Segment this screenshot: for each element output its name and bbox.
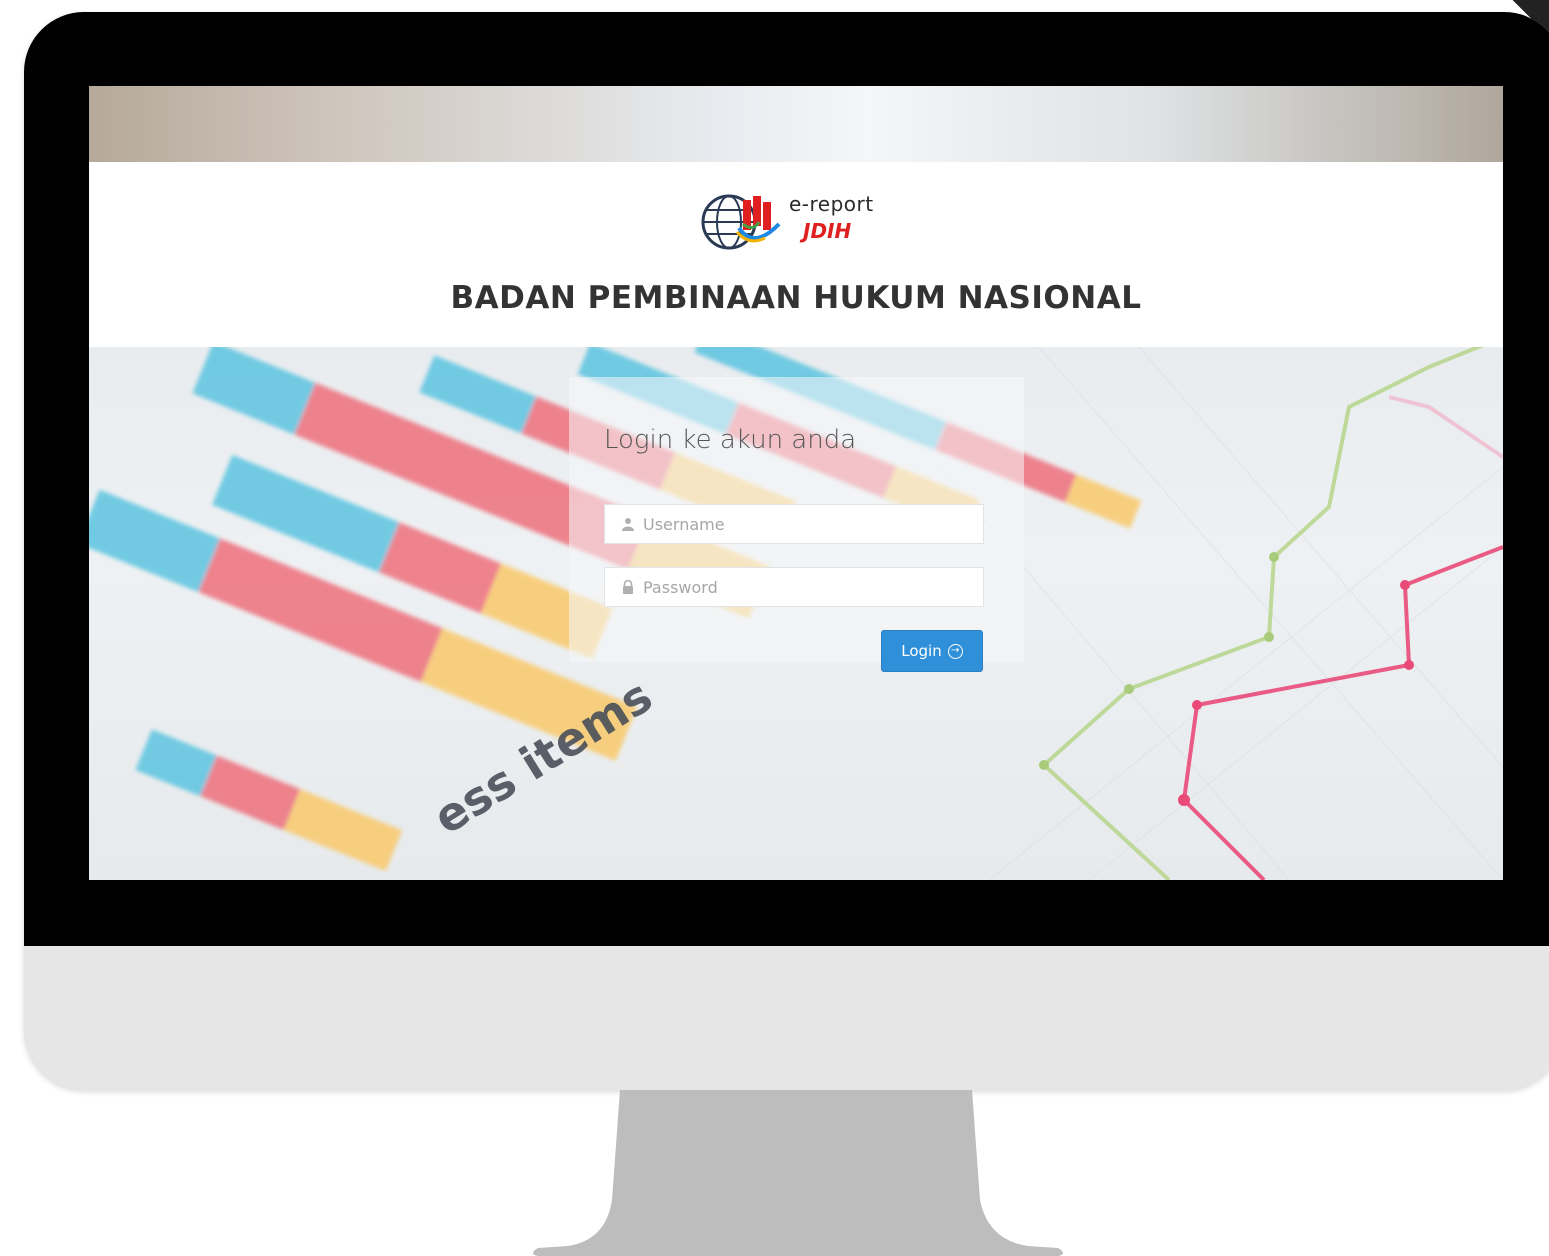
globe-icon bbox=[701, 194, 781, 250]
logo-text-jdih: JDIH bbox=[803, 219, 852, 243]
login-heading: Login ke akun anda bbox=[604, 425, 857, 455]
organization-title: BADAN PEMBINAAN HUKUM NASIONAL bbox=[450, 280, 1142, 316]
monitor-screen: e-report JDIH BADAN PEMBINAAN HUKUM NASI… bbox=[89, 86, 1503, 880]
monitor-stand bbox=[533, 1090, 1063, 1256]
page-header: e-report JDIH BADAN PEMBINAAN HUKUM NASI… bbox=[89, 162, 1503, 347]
monitor-mockup-scene: e-report JDIH BADAN PEMBINAAN HUKUM NASI… bbox=[0, 0, 1549, 1256]
logo-text-e-report: e-report bbox=[789, 192, 874, 216]
header-banner-photo bbox=[89, 86, 1503, 162]
lock-icon bbox=[623, 580, 633, 594]
user-icon bbox=[622, 518, 634, 531]
login-button[interactable]: Login → bbox=[881, 630, 983, 672]
username-field[interactable] bbox=[604, 504, 984, 544]
username-input[interactable] bbox=[643, 505, 973, 543]
login-button-label: Login bbox=[901, 642, 942, 660]
login-panel: Login ke akun anda Username Login → bbox=[569, 377, 1024, 672]
password-field[interactable] bbox=[604, 567, 984, 607]
password-input[interactable] bbox=[643, 568, 973, 606]
monitor: e-report JDIH BADAN PEMBINAAN HUKUM NASI… bbox=[24, 12, 1549, 1090]
e-report-jdih-logo: e-report JDIH bbox=[699, 188, 899, 254]
arrow-circle-right-icon: → bbox=[947, 643, 963, 659]
background-chart-photo: ess items Login ke akun anda Username Lo… bbox=[89, 347, 1503, 880]
